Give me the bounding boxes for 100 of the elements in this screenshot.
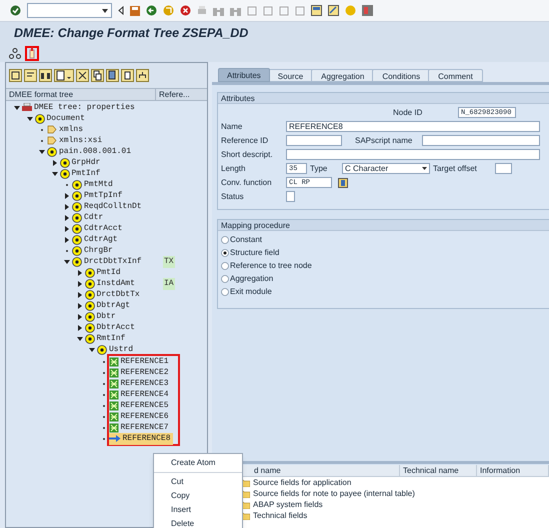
tree-node[interactable]: InstdAmt xyxy=(84,278,137,290)
column-header[interactable]: DMEE format tree xyxy=(6,89,156,100)
dot-circle-icon xyxy=(60,168,70,178)
radio-button[interactable] xyxy=(221,274,229,282)
back-icon[interactable] xyxy=(146,5,157,16)
radio-option[interactable]: Structure field xyxy=(221,246,549,259)
tree-node[interactable]: ReqdColltnDt xyxy=(72,200,144,212)
tree-node[interactable]: Technical fields xyxy=(253,510,308,522)
window-icon[interactable] xyxy=(328,5,339,16)
menu-item[interactable]: Create Atom xyxy=(154,456,242,473)
tree-node[interactable]: Ustrd xyxy=(97,344,136,356)
tree-node[interactable]: REFERENCE1 xyxy=(108,356,171,368)
tree-node[interactable]: PmtInf xyxy=(60,168,102,180)
tree-node[interactable]: Source fields for application xyxy=(253,476,352,488)
input-field[interactable]: REFERENCE8 xyxy=(286,121,540,132)
tree-node[interactable]: PmtMtd xyxy=(72,178,115,190)
input-field[interactable] xyxy=(286,191,295,202)
type-dropdown[interactable]: C Character xyxy=(342,163,430,174)
enter-icon[interactable] xyxy=(10,5,21,16)
tree-node[interactable]: Cdtr xyxy=(72,212,106,224)
tree-node[interactable]: Document xyxy=(34,112,87,124)
tab[interactable]: Conditions xyxy=(372,69,430,82)
menu-item[interactable]: Copy xyxy=(154,489,242,503)
tree-node[interactable]: DrctDbtTxInf xyxy=(72,256,144,268)
radio-button[interactable] xyxy=(221,288,229,296)
menu-item[interactable]: Delete xyxy=(154,517,242,528)
atom-icon xyxy=(108,368,118,378)
command-field[interactable] xyxy=(27,3,112,18)
tree-node[interactable]: xmlns:xsi xyxy=(47,134,104,146)
tree-node[interactable]: RmtInf xyxy=(84,332,128,344)
atom-icon xyxy=(108,356,118,366)
dot-circle-icon xyxy=(72,234,82,244)
tree-node[interactable]: CdtrAgt xyxy=(72,234,120,246)
radio-option[interactable]: Exit module xyxy=(221,285,549,298)
menu-item[interactable]: Cut xyxy=(154,475,242,489)
tree-node[interactable]: REFERENCE7 xyxy=(108,422,171,434)
dot-circle-icon xyxy=(72,212,82,222)
dot-circle-icon xyxy=(34,114,44,124)
tree-node[interactable]: GrpHdr xyxy=(60,156,102,168)
tree-node[interactable]: xmlns xyxy=(47,124,86,136)
radio-button[interactable] xyxy=(221,262,229,270)
tree-node[interactable]: DMEE tree: properties xyxy=(22,102,137,114)
tree-node[interactable]: Source fields for note to payee (internal table) xyxy=(253,488,415,500)
hierarchy-icon[interactable] xyxy=(136,69,149,82)
atom-icon xyxy=(108,390,118,400)
tree-node[interactable]: REFERENCE3 xyxy=(108,378,171,390)
marker-icon[interactable] xyxy=(28,47,36,59)
tree-node[interactable]: DbtrAgt xyxy=(84,300,132,312)
column-header[interactable]: Information xyxy=(477,465,549,476)
caret-icon[interactable] xyxy=(102,8,108,12)
tab[interactable]: Attributes xyxy=(218,68,270,82)
tab[interactable]: Aggregation xyxy=(311,69,374,82)
tree-node[interactable]: REFERENCE6 xyxy=(108,410,171,422)
printer-icon xyxy=(22,103,32,112)
tab[interactable]: Comment xyxy=(428,69,483,82)
document-dropdown-icon[interactable] xyxy=(54,69,74,82)
tree-node[interactable]: pain.008.001.01 xyxy=(47,146,134,158)
radio-button[interactable] xyxy=(221,236,229,244)
column-header[interactable]: Refere... xyxy=(156,89,207,100)
radio-button[interactable] xyxy=(221,248,229,256)
tree-node[interactable]: Dbtr xyxy=(84,310,118,322)
input-field[interactable] xyxy=(495,163,512,174)
field-label: Status xyxy=(220,190,245,202)
tree-node[interactable]: REFERENCE2 xyxy=(108,366,171,378)
atom-icon xyxy=(108,412,118,422)
paste-icon[interactable] xyxy=(106,69,119,82)
save-icon[interactable] xyxy=(130,6,140,16)
input-field[interactable] xyxy=(286,149,540,160)
tab[interactable]: Source xyxy=(268,69,314,82)
dot-circle-icon xyxy=(97,344,107,354)
tree-node[interactable]: PmtId xyxy=(84,266,123,278)
atom-icon xyxy=(108,378,118,388)
menu-item[interactable]: Insert xyxy=(154,503,242,517)
tree-node[interactable]: REFERENCE8 xyxy=(108,432,173,444)
cancel-icon[interactable] xyxy=(180,5,191,16)
dot-circle-icon xyxy=(72,256,82,266)
lookup-icon[interactable] xyxy=(338,178,348,188)
hierarchy-icon[interactable] xyxy=(9,48,21,58)
cut-icon[interactable] xyxy=(76,69,89,82)
copy-icon[interactable] xyxy=(91,69,104,82)
input-field[interactable] xyxy=(286,135,342,146)
tree-node[interactable]: REFERENCE4 xyxy=(108,388,171,400)
field-label: Type xyxy=(309,162,328,174)
dot-circle-icon xyxy=(84,322,94,332)
dot-circle-icon xyxy=(72,202,82,212)
input-field[interactable] xyxy=(422,135,540,146)
tree-node[interactable]: DrctDbtTx xyxy=(84,288,142,300)
tree-node[interactable]: ABAP system fields xyxy=(253,498,323,510)
window-icon[interactable] xyxy=(311,5,322,16)
radio-option[interactable]: Constant xyxy=(221,233,549,246)
tree-node[interactable]: ChrgBr xyxy=(72,244,115,256)
column-header[interactable]: Technical name xyxy=(400,465,477,476)
radio-option[interactable]: Aggregation xyxy=(221,272,549,285)
radio-option[interactable]: Reference to tree node xyxy=(221,259,549,272)
field-label: SAPscript name xyxy=(354,134,414,146)
tree-node[interactable]: REFERENCE5 xyxy=(108,400,171,412)
tree-node[interactable]: DbtrAcct xyxy=(84,322,137,334)
tree-node[interactable]: PmtTpInf xyxy=(72,190,124,202)
tree-node[interactable]: CdtrAcct xyxy=(72,222,124,234)
triangle-icon[interactable] xyxy=(118,6,124,15)
